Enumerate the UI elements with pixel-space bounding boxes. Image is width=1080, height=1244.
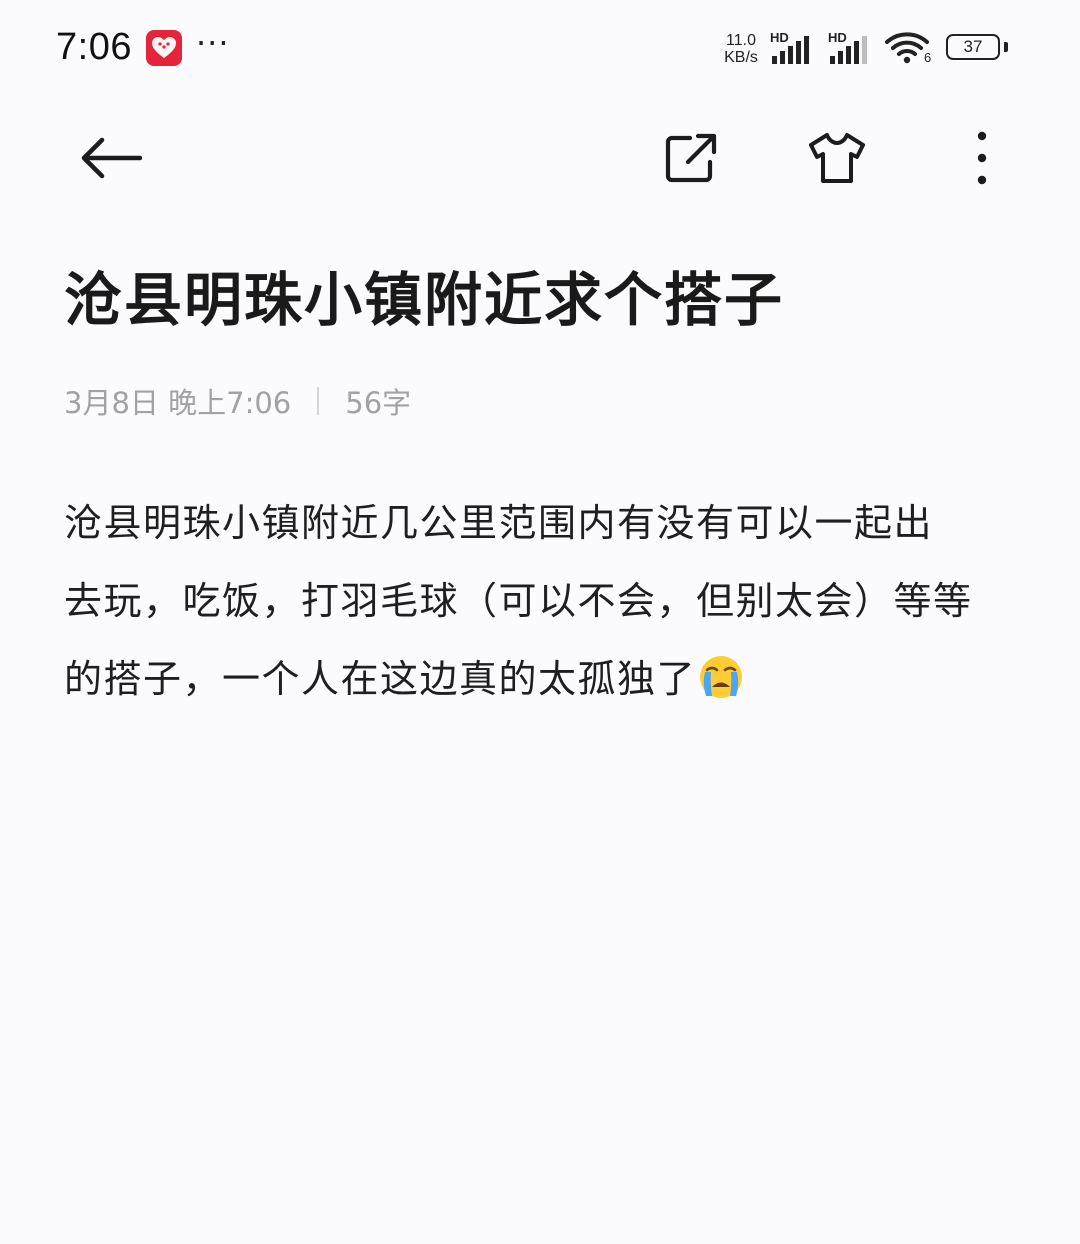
more-vertical-icon (977, 131, 987, 185)
status-time: 7:06 (56, 26, 132, 68)
battery-icon: 37 (946, 34, 1008, 62)
back-button[interactable] (70, 118, 150, 198)
crying-face-icon (700, 656, 743, 698)
app-notification-icon (146, 30, 182, 66)
share-icon (665, 133, 717, 183)
share-button[interactable] (652, 118, 732, 198)
status-bar: 7:06 ··· 11.0 KB/s HD HD 6 37 (0, 0, 1080, 96)
theme-button[interactable] (797, 118, 877, 198)
network-speed: 11.0 KB/s (718, 32, 764, 66)
note-body-line-last: 的搭子，一个人在这边真的太孤独了 (64, 640, 1024, 718)
note-body[interactable]: 沧县明珠小镇附近几公里范围内有没有可以一起出 去玩，吃饭，打羽毛球（可以不会，但… (64, 484, 1024, 718)
wifi-generation-label: 6 (924, 50, 932, 65)
note-word-count: 56字 (345, 386, 412, 420)
network-speed-unit: KB/s (724, 49, 758, 66)
note-toolbar (0, 110, 1080, 210)
note-body-line: 的搭子，一个人在这边真的太孤独了 (64, 657, 697, 701)
signal-icon: HD (770, 30, 820, 66)
more-notifications-indicator: ··· (196, 24, 230, 62)
note-body-line: 去玩，吃饭，打羽毛球（可以不会，但别太会）等等 (64, 579, 973, 623)
note-meta: 3月8日 晚上7:06 56字 (64, 380, 411, 422)
back-arrow-icon (81, 137, 142, 179)
meta-divider (317, 387, 320, 415)
battery-level: 37 (963, 37, 983, 56)
note-title[interactable]: 沧县明珠小镇附近求个搭子 (64, 258, 1024, 342)
signal-icon: HD (828, 30, 878, 66)
more-options-button[interactable] (942, 118, 1022, 198)
network-speed-value: 11.0 (726, 32, 756, 49)
theme-shirt-icon (809, 133, 865, 183)
wifi-icon: 6 (884, 30, 934, 66)
note-date: 3月8日 晚上7:06 (64, 386, 292, 420)
note-body-line: 沧县明珠小镇附近几公里范围内有没有可以一起出 (64, 501, 934, 545)
